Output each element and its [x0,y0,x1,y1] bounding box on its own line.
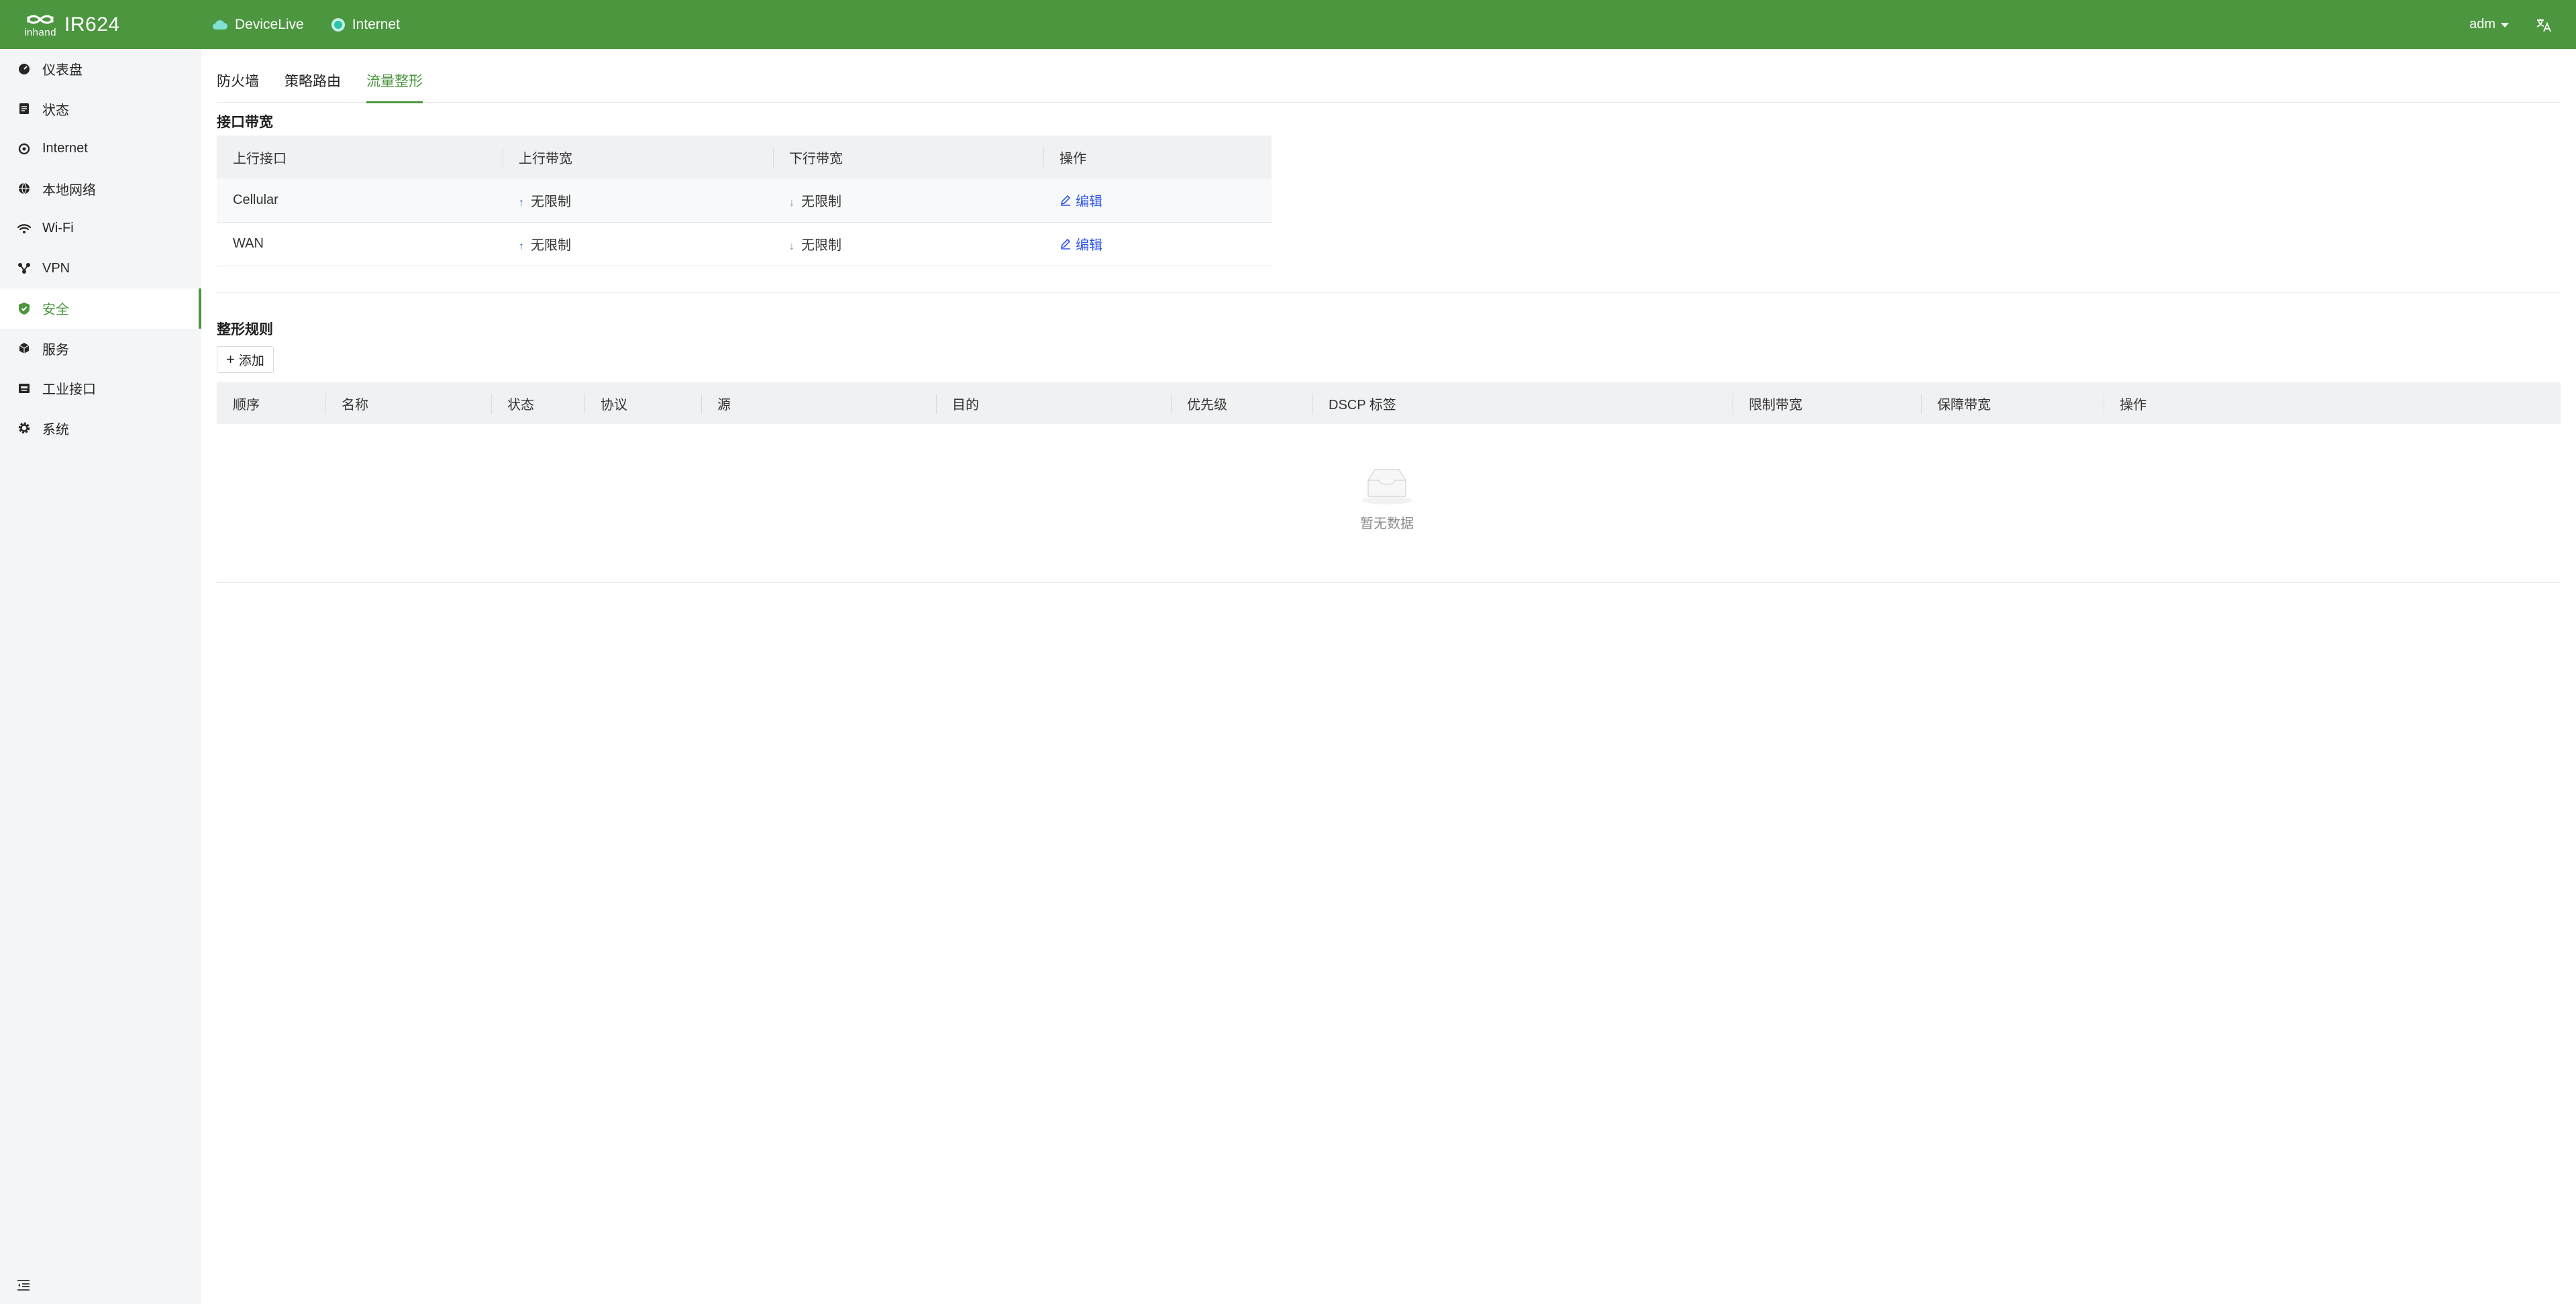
table-header-row: 顺序 名称 状态 协议 源 目的 优先级 DSCP 标签 限制带宽 保障带宽 操… [217,382,2561,424]
sidebar-item-wifi[interactable]: Wi-Fi [0,209,201,249]
column-header: 操作 [1043,135,1272,178]
devicelive-status[interactable]: DeviceLive [212,17,304,33]
sidebar-item-local-network[interactable]: 本地网络 [0,169,201,209]
table-row: WAN ↑ 无限制 ↓ 无限制 编辑 [217,222,1272,266]
sidebar-item-label: 仪表盘 [42,63,83,78]
main-content: 防火墙 策略路由 流量整形 接口带宽 上行接口 上行带宽 下行带宽 操作 Cel… [217,49,2561,1304]
sidebar-item-label: 系统 [42,422,69,437]
edit-icon [1060,237,1072,250]
table-row: Cellular ↑ 无限制 ↓ 无限制 编辑 [217,178,1272,223]
sidebar-item-label: 服务 [42,342,69,358]
edit-icon [1060,194,1072,206]
arrow-up-icon: ↑ [519,241,524,252]
add-button-label: 添加 [238,354,264,368]
top-bar: inhand IR624 DeviceLive Internet adm [0,0,2576,49]
column-header: 顺序 [217,382,325,424]
column-header: 限制带宽 [1733,382,1921,424]
sidebar-item-system[interactable]: 系统 [0,409,201,449]
empty-inbox-icon [1340,466,1434,506]
column-header: 目的 [936,382,1171,424]
sidebar-item-label: Wi-Fi [42,221,74,236]
column-header: 源 [701,382,936,424]
download-bandwidth-cell: ↓ 无限制 [773,222,1043,266]
bandwidth-table: 上行接口 上行带宽 下行带宽 操作 Cellular ↑ 无限制 ↓ 无限制 编… [217,135,1272,266]
sidebar-item-label: 安全 [42,303,69,318]
plus-icon: + [226,351,235,368]
internet-status-dot-icon [331,17,346,32]
status-icon [17,102,31,115]
upload-bandwidth-cell: ↑ 无限制 [503,178,773,223]
column-header: 名称 [325,382,491,424]
column-header: 保障带宽 [1921,382,2104,424]
tab-firewall[interactable]: 防火墙 [217,62,259,103]
table-header-row: 上行接口 上行带宽 下行带宽 操作 [217,135,1272,178]
service-icon [17,341,31,355]
caret-down-icon [2501,17,2509,32]
sidebar-item-dashboard[interactable]: 仪表盘 [0,49,201,89]
gear-icon [17,421,31,435]
sidebar-item-vpn[interactable]: VPN [0,249,201,289]
sidebar-item-label: 工业接口 [42,382,96,398]
download-bandwidth-cell: ↓ 无限制 [773,178,1043,223]
empty-state: 暂无数据 [217,425,2561,583]
interface-cell: Cellular [217,178,503,223]
internet-status[interactable]: Internet [331,17,400,33]
edit-button[interactable]: 编辑 [1060,191,1102,210]
add-rule-button[interactable]: + 添加 [217,346,274,373]
cloud-icon [212,19,228,31]
column-header: 协议 [584,382,701,424]
column-header: 状态 [491,382,584,424]
arrow-up-icon: ↑ [519,197,524,209]
brand-logo[interactable]: inhand IR624 [24,12,205,38]
column-header: 上行接口 [217,135,503,178]
upload-bandwidth-cell: ↑ 无限制 [503,222,773,266]
wifi-icon [17,222,31,235]
arrow-down-icon: ↓ [789,197,794,209]
sidebar-item-status[interactable]: 状态 [0,89,201,129]
sidebar-item-label: Internet [42,141,88,156]
sidebar-item-internet[interactable]: Internet [0,129,201,169]
interface-cell: WAN [217,222,503,266]
shield-icon [17,302,31,315]
column-header: 上行带宽 [503,135,773,178]
device-model: IR624 [64,13,120,36]
edit-button[interactable]: 编辑 [1060,234,1102,254]
sidebar-item-industrial-interface[interactable]: 工业接口 [0,368,201,409]
internet-label: Internet [352,16,400,32]
internet-icon [17,142,31,156]
column-header: 优先级 [1171,382,1312,424]
industrial-interface-icon [17,382,31,395]
sidebar-item-label: 状态 [42,103,69,118]
sidebar: 仪表盘 状态 Internet 本地网络 Wi-Fi VPN 安全 服务 工业接… [0,49,201,1304]
sidebar-item-label: 本地网络 [42,182,96,198]
sidebar-item-label: VPN [42,260,70,276]
rules-section-title: 整形规则 [217,322,273,337]
action-cell: 编辑 [1043,222,1272,266]
local-network-icon [17,182,31,195]
arrow-down-icon: ↓ [789,241,794,252]
devicelive-label: DeviceLive [235,16,304,32]
column-header: 下行带宽 [773,135,1043,178]
empty-text: 暂无数据 [1360,517,1414,531]
menu-collapse-icon[interactable] [16,1279,31,1292]
bandwidth-section-title: 接口带宽 [217,115,273,130]
inhand-logo-icon: inhand [24,12,56,38]
sidebar-item-security[interactable]: 安全 [0,288,201,329]
action-cell: 编辑 [1043,178,1272,223]
vpn-icon [17,262,31,275]
tab-bar: 防火墙 策略路由 流量整形 [217,62,2561,103]
column-header: DSCP 标签 [1312,382,1733,424]
brand-sub-label: inhand [24,26,57,38]
user-menu[interactable]: adm [2469,17,2509,32]
shaping-rules-table: 顺序 名称 状态 协议 源 目的 优先级 DSCP 标签 限制带宽 保障带宽 操… [217,382,2561,424]
username: adm [2469,17,2495,32]
tab-policy-routing[interactable]: 策略路由 [285,62,341,103]
column-header: 操作 [2104,382,2561,424]
dashboard-icon [17,62,31,76]
tab-traffic-shaping[interactable]: 流量整形 [366,62,423,103]
language-icon[interactable] [2536,17,2552,32]
sidebar-item-service[interactable]: 服务 [0,329,201,369]
